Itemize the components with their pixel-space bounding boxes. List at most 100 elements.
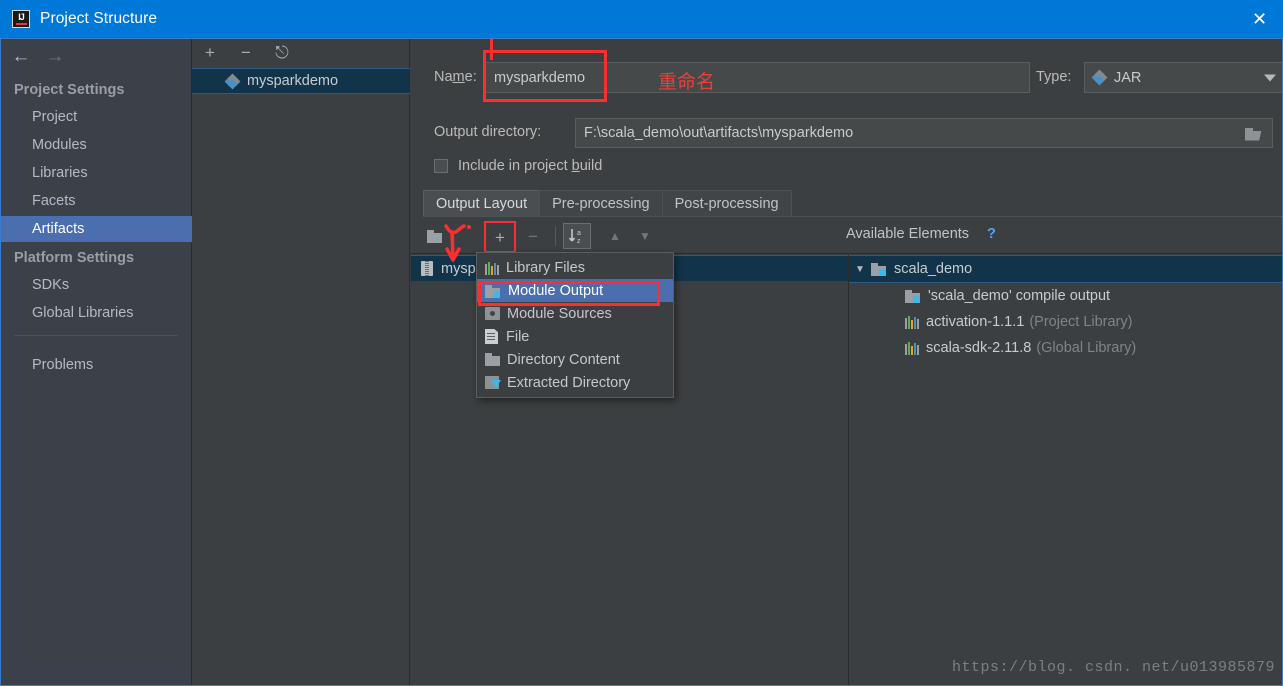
- sidebar-item-label: SDKs: [32, 277, 70, 293]
- menu-item-label: Directory Content: [507, 351, 620, 368]
- sort-az-glyph: a z: [568, 229, 581, 245]
- sidebar-item-sdks[interactable]: SDKs: [0, 272, 192, 298]
- artifact-list-item[interactable]: mysparkdemo: [192, 68, 410, 94]
- tree-row-label: activation-1.1.1: [926, 314, 1025, 330]
- chevron-down-icon[interactable]: ▼: [849, 264, 871, 275]
- output-directory-label: Output directory:: [434, 124, 542, 140]
- tree-row[interactable]: ▼ scala_demo: [849, 255, 1283, 283]
- name-row: Name: mysparkdemo 重命名 Type: JAR: [423, 62, 1283, 94]
- sidebar-item-problems[interactable]: Problems: [0, 352, 192, 378]
- output-directory-value: F:\scala_demo\out\artifacts\mysparkdemo: [584, 125, 854, 141]
- add-artifact-button[interactable]: +: [200, 42, 220, 62]
- tree-row[interactable]: scala-sdk-2.11.8 (Global Library): [849, 335, 1283, 361]
- name-input-value: mysparkdemo: [494, 69, 586, 86]
- artifacts-toolbar: + − ⎋: [192, 38, 410, 66]
- sidebar-item-label: Global Libraries: [32, 305, 134, 321]
- sidebar-item-label: Artifacts: [32, 221, 85, 237]
- sort-az-icon[interactable]: a z: [563, 223, 591, 249]
- sidebar-item-artifacts[interactable]: Artifacts: [0, 216, 192, 242]
- back-arrow-icon[interactable]: ←: [4, 47, 38, 66]
- chevron-down-icon: [1264, 74, 1276, 81]
- tab-post-processing[interactable]: Post-processing: [661, 190, 792, 217]
- remove-artifact-button[interactable]: −: [236, 42, 256, 62]
- jar-icon: [421, 261, 433, 276]
- add-folder-icon[interactable]: [422, 225, 446, 247]
- tree-row-label: scala-sdk-2.11.8: [926, 340, 1032, 356]
- menu-item-module-sources[interactable]: Module Sources: [477, 302, 673, 325]
- menu-item-label: File: [506, 328, 530, 345]
- menu-item-module-output[interactable]: Module Output: [477, 279, 673, 302]
- name-input[interactable]: mysparkdemo 重命名: [485, 62, 1030, 93]
- watermark-text: https://blog. csdn. net/u013985879: [951, 659, 1275, 676]
- include-in-build-label: Include in project build: [458, 158, 603, 174]
- tree-row[interactable]: 'scala_demo' compile output: [849, 283, 1283, 309]
- extracted-directory-icon: [485, 375, 501, 390]
- jar-diamond-icon: [1091, 69, 1108, 86]
- add-element-popup-menu: Library Files Module Output Module Sourc…: [476, 252, 674, 398]
- type-label: Type:: [1036, 69, 1072, 85]
- module-output-icon: [905, 289, 921, 303]
- svg-text:a: a: [577, 230, 581, 237]
- sidebar-item-global-libraries[interactable]: Global Libraries: [0, 300, 192, 326]
- sidebar-item-project[interactable]: Project: [0, 104, 192, 130]
- tree-row-suffix: (Project Library): [1029, 314, 1133, 330]
- menu-item-label: Module Sources: [507, 305, 612, 322]
- tab-pre-processing[interactable]: Pre-processing: [539, 190, 663, 217]
- module-output-icon: [485, 284, 501, 298]
- help-icon[interactable]: ?: [987, 226, 996, 242]
- tab-output-layout[interactable]: Output Layout: [423, 190, 541, 217]
- include-in-build-row[interactable]: Include in project build: [434, 158, 602, 174]
- sidebar-item-label: Libraries: [32, 165, 88, 181]
- toolbar-divider: [555, 226, 556, 246]
- tree-row[interactable]: activation-1.1.1 (Project Library): [849, 309, 1283, 335]
- move-down-button[interactable]: ▼: [633, 225, 657, 247]
- nav-arrows: ← →: [0, 38, 192, 74]
- title-bar: Project Structure ✕: [0, 0, 1283, 38]
- layout-tabs: Output Layout Pre-processing Post-proces…: [423, 190, 792, 217]
- menu-item-extracted-directory[interactable]: Extracted Directory: [477, 371, 673, 394]
- project-structure-dialog: Project Structure ✕ ← → Project Settings…: [0, 0, 1283, 686]
- library-icon: [485, 261, 499, 275]
- output-directory-row: Output directory: F:\scala_demo\out\arti…: [423, 118, 1273, 148]
- output-directory-input[interactable]: F:\scala_demo\out\artifacts\mysparkdemo: [575, 118, 1273, 148]
- name-label: Name:: [434, 69, 477, 85]
- jar-diamond-icon: [224, 73, 241, 89]
- type-value-label: JAR: [1114, 69, 1142, 86]
- artifact-name-label: mysparkdemo: [247, 73, 339, 89]
- sidebar-item-label: Facets: [32, 193, 76, 209]
- sidebar-item-label: Problems: [32, 357, 94, 373]
- sidebar-group-platform-settings: Platform Settings: [14, 250, 135, 266]
- tree-row-suffix: (Global Library): [1036, 340, 1137, 356]
- library-icon: [905, 341, 919, 355]
- remove-element-button[interactable]: −: [521, 225, 545, 247]
- include-in-build-checkbox[interactable]: [434, 159, 448, 173]
- menu-item-label: Library Files: [506, 259, 585, 276]
- tree-row-label: mysp: [441, 260, 476, 277]
- menu-item-file[interactable]: File: [477, 325, 673, 348]
- sidebar-item-modules[interactable]: Modules: [0, 132, 192, 158]
- forward-arrow-icon[interactable]: →: [38, 47, 72, 66]
- tabs-underline: [423, 216, 1283, 217]
- artifacts-list-panel: + − ⎋ mysparkdemo: [192, 38, 410, 686]
- module-sources-icon: [485, 307, 500, 320]
- menu-item-label: Extracted Directory: [507, 374, 631, 391]
- tree-row-label: 'scala_demo' compile output: [928, 288, 1111, 304]
- copy-artifact-button[interactable]: ⎋: [272, 42, 292, 62]
- sidebar-group-project-settings: Project Settings: [14, 82, 125, 98]
- menu-item-directory-content[interactable]: Directory Content: [477, 348, 673, 371]
- sidebar-divider: [14, 335, 178, 336]
- sidebar-item-libraries[interactable]: Libraries: [0, 160, 192, 186]
- available-elements-tree: ▼ scala_demo 'scala_demo' compile output…: [848, 255, 1283, 685]
- type-dropdown[interactable]: JAR: [1084, 62, 1283, 93]
- rename-annotation-text: 重命名: [658, 71, 716, 93]
- menu-item-library-files[interactable]: Library Files: [477, 256, 673, 279]
- intellij-idea-icon: [12, 10, 30, 28]
- sidebar-item-facets[interactable]: Facets: [0, 188, 192, 214]
- file-icon: [485, 329, 498, 344]
- move-up-button[interactable]: ▲: [603, 225, 627, 247]
- add-element-button[interactable]: +: [484, 221, 516, 253]
- close-icon[interactable]: ✕: [1236, 0, 1283, 38]
- settings-sidebar: ← → Project Settings Project Modules Lib…: [0, 38, 192, 686]
- browse-folder-button[interactable]: [1235, 120, 1271, 148]
- module-output-icon: [871, 262, 887, 276]
